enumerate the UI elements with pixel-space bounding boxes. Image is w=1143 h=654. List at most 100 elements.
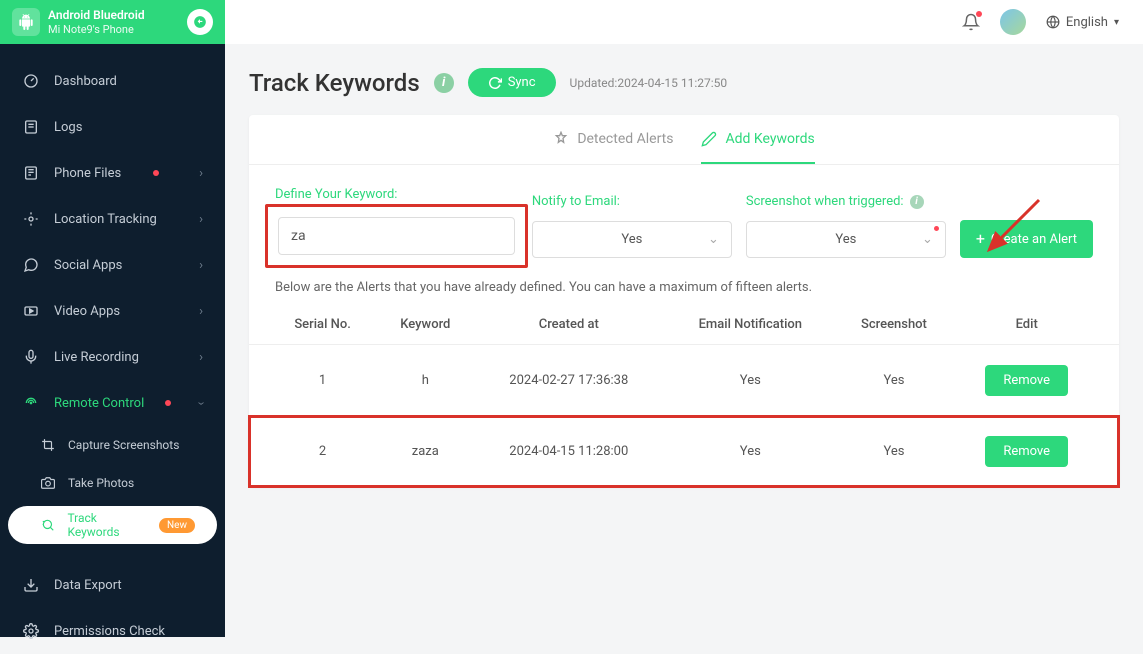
tab-detected-alerts[interactable]: Detected Alerts xyxy=(553,115,673,164)
nav-label: Phone Files xyxy=(54,166,121,181)
notifications-button[interactable] xyxy=(962,13,980,31)
info-icon[interactable]: i xyxy=(434,73,454,93)
logs-icon xyxy=(22,118,40,136)
keywords-icon xyxy=(40,517,55,533)
nav-label: Remote Control xyxy=(54,396,144,411)
select-value: Yes xyxy=(835,232,856,247)
notify-label: Notify to Email: xyxy=(532,194,732,209)
nav-dashboard[interactable]: Dashboard xyxy=(0,58,225,104)
nav-label: Live Recording xyxy=(54,350,139,365)
sub-track-keywords[interactable]: Track Keywords New xyxy=(8,506,217,544)
nav-data-export[interactable]: Data Export xyxy=(0,562,225,608)
nav-video[interactable]: Video Apps › xyxy=(0,288,225,334)
sub-take-photos[interactable]: Take Photos xyxy=(0,464,225,502)
nav-phone-files[interactable]: Phone Files › xyxy=(0,150,225,196)
th-email: Email Notification xyxy=(665,305,835,345)
nav-permissions[interactable]: Permissions Check xyxy=(0,608,225,654)
cell-keyword: zaza xyxy=(378,416,472,487)
select-value: Yes xyxy=(621,232,642,247)
keyword-highlight xyxy=(265,204,528,268)
chevron-down-icon: ⌄ xyxy=(708,232,719,247)
device-header[interactable]: Android Bluedroid Mi Note9's Phone xyxy=(0,0,225,44)
table-row: 2 zaza 2024-04-15 11:28:00 Yes Yes Remov… xyxy=(249,416,1119,487)
avatar[interactable] xyxy=(1000,9,1026,35)
nav-label: Location Tracking xyxy=(54,212,157,227)
cell-created: 2024-02-27 17:36:38 xyxy=(472,345,665,417)
cell-screenshot: Yes xyxy=(836,416,953,487)
chevron-down-icon: › xyxy=(194,401,209,405)
remove-button[interactable]: Remove xyxy=(985,365,1068,396)
chevron-down-icon: ▾ xyxy=(1114,17,1119,28)
notification-dot xyxy=(153,170,159,176)
cell-email: Yes xyxy=(665,416,835,487)
topbar: English ▾ xyxy=(225,0,1143,44)
nav-label: Logs xyxy=(54,120,82,135)
tab-add-keywords[interactable]: Add Keywords xyxy=(701,115,814,164)
nav-label: Video Apps xyxy=(54,304,120,319)
info-icon[interactable]: i xyxy=(910,195,924,209)
sub-capture-screenshots[interactable]: Capture Screenshots xyxy=(0,426,225,464)
main: Track Keywords i Sync Updated:2024-04-15… xyxy=(225,44,1143,637)
sub-label: Track Keywords xyxy=(67,511,149,539)
content-card: Detected Alerts Add Keywords Define Your… xyxy=(249,115,1119,487)
screenshot-field: Screenshot when triggered: i Yes ⌄ xyxy=(746,194,946,258)
tab-label: Add Keywords xyxy=(725,131,814,147)
gear-icon xyxy=(22,622,40,640)
chevron-down-icon: ⌄ xyxy=(922,232,933,247)
nav-label: Permissions Check xyxy=(54,624,165,639)
nav-label: Dashboard xyxy=(54,74,117,89)
sub-label: Capture Screenshots xyxy=(68,438,179,452)
th-screenshot: Screenshot xyxy=(836,305,953,345)
nav-live-recording[interactable]: Live Recording › xyxy=(0,334,225,380)
chevron-right-icon: › xyxy=(199,350,203,365)
sub-label: Take Photos xyxy=(68,476,134,490)
sync-label: Sync xyxy=(508,75,536,90)
tab-label: Detected Alerts xyxy=(577,131,673,147)
page-title: Track Keywords xyxy=(249,69,420,97)
nav-remote-control[interactable]: Remote Control › xyxy=(0,380,225,426)
sync-button[interactable]: Sync xyxy=(468,68,556,97)
android-icon xyxy=(12,8,40,36)
updated-text: Updated:2024-04-15 11:27:50 xyxy=(570,76,728,90)
cell-serial: 2 xyxy=(249,416,378,487)
chevron-right-icon: › xyxy=(199,166,203,181)
notify-field: Notify to Email: Yes ⌄ xyxy=(532,194,732,258)
notification-dot xyxy=(976,11,982,17)
language-label: English xyxy=(1066,15,1108,30)
device-info: Android Bluedroid Mi Note9's Phone xyxy=(48,8,187,36)
keyword-label: Define Your Keyword: xyxy=(275,187,518,202)
chevron-right-icon: › xyxy=(199,304,203,319)
device-title: Android Bluedroid xyxy=(48,8,187,22)
nav-logs[interactable]: Logs xyxy=(0,104,225,150)
cell-serial: 1 xyxy=(249,345,378,417)
cell-keyword: h xyxy=(378,345,472,417)
cell-created: 2024-04-15 11:28:00 xyxy=(472,416,665,487)
nav-location[interactable]: Location Tracking › xyxy=(0,196,225,242)
edit-icon xyxy=(701,131,717,147)
nav-social[interactable]: Social Apps › xyxy=(0,242,225,288)
remote-icon xyxy=(22,394,40,412)
table-row: 1 h 2024-02-27 17:36:38 Yes Yes Remove xyxy=(249,345,1119,417)
cell-screenshot: Yes xyxy=(836,345,953,417)
alert-icon xyxy=(553,131,569,147)
create-alert-button[interactable]: + Create an Alert xyxy=(960,220,1093,258)
screenshot-select[interactable]: Yes ⌄ xyxy=(746,221,946,258)
plus-icon: + xyxy=(976,231,985,247)
chevron-right-icon: › xyxy=(199,258,203,273)
globe-icon xyxy=(1046,15,1060,29)
notify-select[interactable]: Yes ⌄ xyxy=(532,221,732,258)
notification-dot xyxy=(165,400,171,406)
language-selector[interactable]: English ▾ xyxy=(1046,15,1119,30)
hint-text: Below are the Alerts that you have alrea… xyxy=(249,280,1119,305)
nav-label: Data Export xyxy=(54,578,122,593)
keyword-input[interactable] xyxy=(278,217,515,255)
new-badge: New xyxy=(159,518,195,533)
th-edit: Edit xyxy=(952,305,1119,345)
remove-button[interactable]: Remove xyxy=(985,436,1068,467)
alerts-table: Serial No. Keyword Created at Email Noti… xyxy=(249,305,1119,487)
screenshot-label: Screenshot when triggered: i xyxy=(746,194,946,209)
form-row: Define Your Keyword: Notify to Email: Ye… xyxy=(249,165,1119,280)
chat-icon xyxy=(22,256,40,274)
swap-device-icon[interactable] xyxy=(187,9,213,35)
nav: Dashboard Logs Phone Files › Location Tr… xyxy=(0,44,225,654)
